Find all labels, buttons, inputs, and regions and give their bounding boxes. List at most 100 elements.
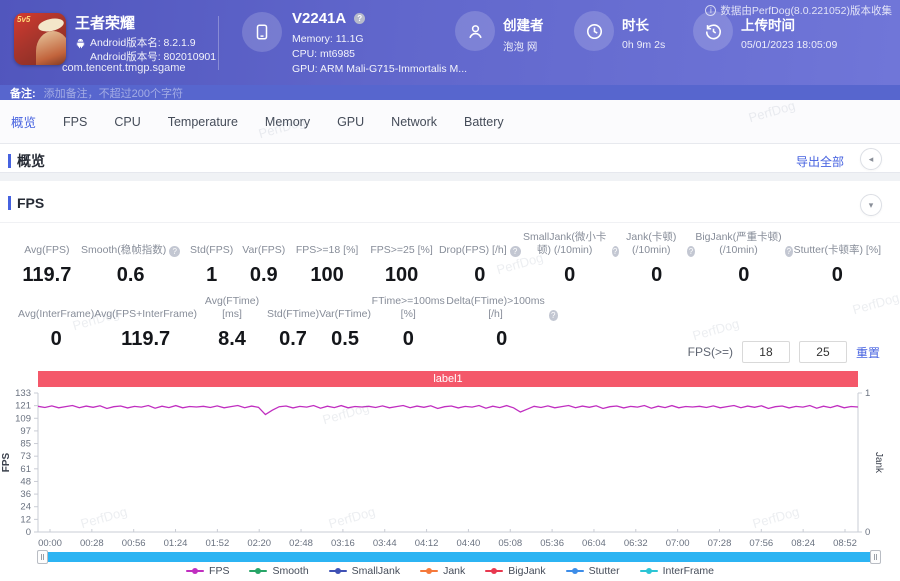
tab-Memory[interactable]: Memory	[265, 115, 310, 129]
tab-CPU[interactable]: CPU	[114, 115, 140, 129]
stat-std-ftime-: Std(FTime) 0.7	[267, 294, 319, 351]
svg-text:85: 85	[20, 439, 31, 450]
stat-ftime-100ms-: FTime>=100ms [%] 0	[371, 294, 445, 351]
legend-marker-icon	[249, 567, 268, 575]
package-name: com.tencent.tmgp.sgame	[62, 62, 186, 74]
tab-FPS[interactable]: FPS	[63, 115, 87, 129]
legend-fps[interactable]: FPS	[186, 565, 229, 577]
legend-jank[interactable]: Jank	[420, 565, 465, 577]
info-icon[interactable]: ?	[548, 310, 558, 321]
collector-note: i 数据由PerfDog(8.0.221052)版本收集	[705, 3, 892, 18]
legend-label: Smooth	[272, 565, 309, 577]
scrollbar-right-handle[interactable]	[870, 550, 881, 564]
svg-text:01:24: 01:24	[164, 538, 188, 549]
info-icon[interactable]: ?	[611, 246, 619, 257]
stat-value: 0.5	[331, 328, 359, 350]
info-icon[interactable]: ?	[169, 246, 181, 257]
stat-label: Delta(FTime)>100ms [/h]	[446, 294, 545, 320]
android-icon	[76, 38, 85, 49]
legend-marker-icon	[639, 567, 658, 575]
fps-panel: FPS ▾ Avg(FPS) 119.7 Smooth(稳帧指数)? 0.6 Std(F…	[0, 181, 900, 581]
fps-threshold-controls: FPS(>=) 重置	[688, 341, 880, 363]
tab-GPU[interactable]: GPU	[337, 115, 364, 129]
stat-value: 0	[50, 328, 62, 350]
svg-text:61: 61	[20, 464, 31, 475]
fps-max-input[interactable]	[798, 341, 847, 363]
fps-stats-row-2: Avg(InterFrame) 0 Avg(FPS+InterFrame) 119.7…	[18, 294, 558, 351]
info-icon[interactable]: ?	[687, 246, 695, 257]
tab-Battery[interactable]: Battery	[464, 115, 504, 129]
creator-icon	[455, 11, 495, 51]
svg-text:07:56: 07:56	[749, 538, 773, 549]
stat-value: 119.7	[121, 328, 171, 350]
svg-text:05:36: 05:36	[540, 538, 564, 549]
fps-threshold-label: FPS(>=)	[687, 345, 733, 359]
overview-section-header: 概览 导出全部 ◂	[0, 144, 900, 173]
app-title: 王者荣耀	[75, 15, 136, 32]
overview-title: 概览	[8, 151, 45, 171]
collapse-fps-button[interactable]: ▾	[860, 194, 882, 216]
section-tabbar: 概览 FPS CPU Temperature Memory GPU Network Batte…	[0, 100, 900, 144]
stat-value: 100	[310, 264, 344, 286]
duration-label: 时长	[622, 18, 649, 33]
reset-button[interactable]: 重置	[856, 344, 880, 361]
svg-text:109: 109	[15, 413, 31, 424]
device-info-icon[interactable]: ?	[354, 13, 366, 24]
info-icon: i	[705, 5, 717, 16]
svg-text:08:24: 08:24	[791, 538, 815, 549]
scrollbar-left-handle[interactable]	[37, 550, 48, 564]
svg-text:1: 1	[865, 388, 870, 399]
svg-text:FPS: FPS	[1, 452, 12, 472]
export-all-link[interactable]: 导出全部	[796, 153, 844, 170]
stat-avg-fps-interframe-: Avg(FPS+InterFrame) 119.7	[94, 294, 197, 351]
svg-text:97: 97	[20, 426, 31, 437]
legend-marker-icon	[485, 567, 504, 575]
creator-value: 泡泡 网	[503, 41, 538, 53]
stat-value: 0.7	[279, 328, 307, 350]
stat-smooth-: Smooth(稳帧指数)? 0.6	[76, 230, 186, 287]
legend-stutter[interactable]: Stutter	[565, 565, 620, 577]
legend-interframe[interactable]: InterFrame	[639, 565, 714, 577]
svg-text:133: 133	[15, 388, 31, 399]
svg-text:00:28: 00:28	[80, 538, 104, 549]
svg-text:07:00: 07:00	[666, 538, 690, 549]
tab-Temperature[interactable]: Temperature	[168, 115, 238, 129]
stat-label: FPS>=25 [%]	[370, 243, 433, 256]
stat-jank-10min-: Jank(卡顿) (/10min)? 0	[619, 230, 695, 287]
legend-marker-icon	[328, 567, 347, 575]
svg-text:73: 73	[20, 451, 31, 462]
stat-label: FTime>=100ms [%]	[371, 294, 445, 320]
stat-label: Var(FPS)	[242, 243, 286, 256]
legend-smalljank[interactable]: SmallJank	[328, 565, 401, 577]
game-icon-badge: 5v5	[17, 15, 31, 24]
stat-label: Std(FTime)	[266, 307, 320, 320]
chart-scrollbar[interactable]	[37, 550, 881, 564]
note-input[interactable]: 添加备注，不超过200个字符	[44, 85, 183, 101]
stat-label: FPS>=18 [%]	[295, 243, 359, 256]
svg-text:03:44: 03:44	[373, 538, 397, 549]
device-memory: Memory: 11.1G	[292, 33, 364, 45]
title-accent-bar	[8, 196, 11, 210]
tab-Network[interactable]: Network	[391, 115, 437, 129]
stat-value: 0	[474, 264, 486, 286]
stat-smalljank-10min-: SmallJank(微小卡顿) (/10min)? 0	[521, 230, 619, 287]
legend-label: InterFrame	[662, 565, 714, 577]
stat-value: 100	[384, 264, 419, 286]
legend-bigjank[interactable]: BigJank	[485, 565, 546, 577]
fps-min-input[interactable]	[741, 341, 790, 363]
collapse-panel-button[interactable]: ◂	[860, 148, 882, 170]
note-bar: 备注: 添加备注，不超过200个字符	[0, 85, 900, 100]
tab-概览[interactable]: 概览	[11, 112, 36, 131]
svg-text:48: 48	[20, 476, 31, 487]
legend-label: SmallJank	[351, 565, 401, 577]
svg-text:24: 24	[20, 502, 31, 513]
info-icon[interactable]: ?	[509, 246, 521, 257]
stat-value: 0	[831, 264, 843, 286]
stat-drop-fps-h-: Drop(FPS) [/h]? 0	[439, 230, 521, 287]
stat-std-fps-: Std(FPS) 1	[186, 230, 238, 287]
stat-label: BigJank(严重卡顿) (/10min)	[695, 230, 782, 256]
svg-text:01:52: 01:52	[205, 538, 229, 549]
legend-smooth[interactable]: Smooth	[249, 565, 309, 577]
info-icon[interactable]: ?	[785, 246, 793, 257]
svg-text:00:56: 00:56	[122, 538, 146, 549]
